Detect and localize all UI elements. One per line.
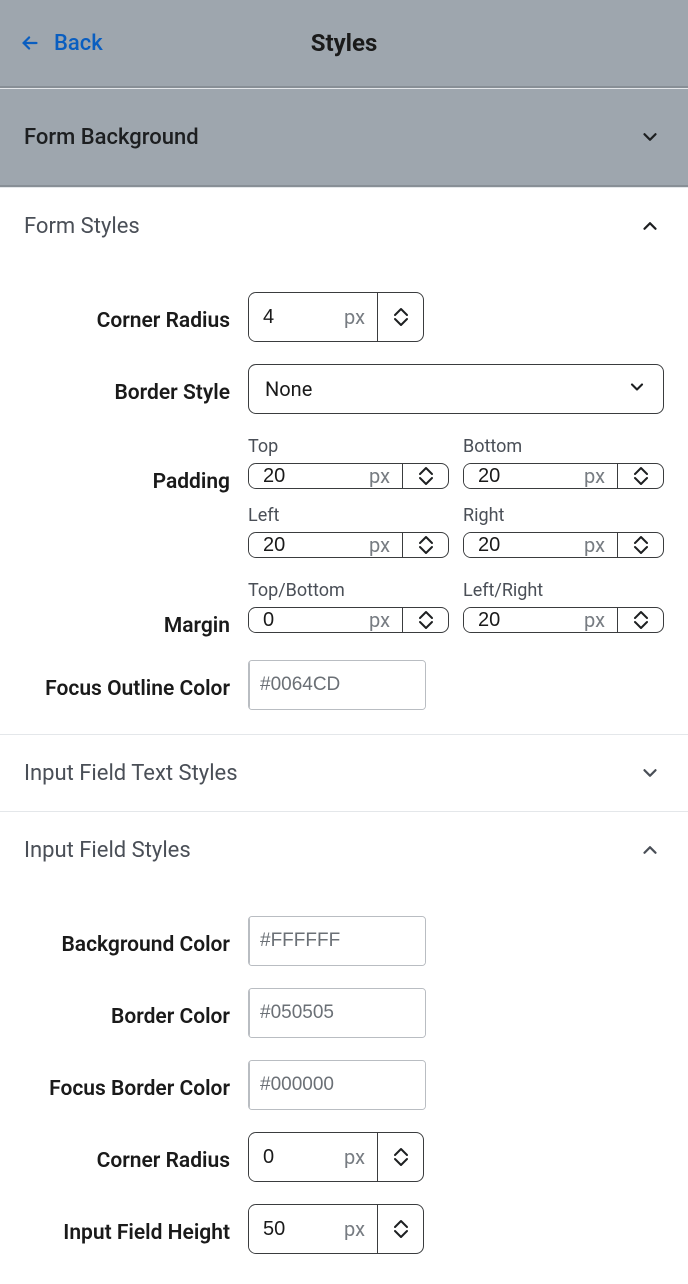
stepper-buttons[interactable] — [377, 1205, 423, 1253]
corner-radius-label: Corner Radius — [24, 301, 248, 333]
padding-left-label: Left — [248, 505, 449, 526]
chevron-down-icon — [636, 123, 664, 151]
padding-bottom-stepper[interactable]: px — [463, 463, 664, 489]
padding-top-unit: px — [369, 464, 402, 488]
padding-right-stepper[interactable]: px — [463, 532, 664, 558]
back-label: Back — [54, 31, 103, 56]
padding-top-label: Top — [248, 436, 449, 457]
padding-right-label: Right — [463, 505, 664, 526]
focus-border-color-picker[interactable] — [248, 1060, 426, 1110]
border-style-value: None — [265, 377, 312, 401]
section-form-styles: Form Styles Corner Radius px Border S — [0, 187, 688, 734]
chevron-down-icon — [627, 377, 647, 402]
stepper-buttons[interactable] — [377, 1133, 423, 1181]
margin-tb-stepper[interactable]: px — [248, 607, 449, 633]
background-color-label: Background Color — [24, 925, 248, 957]
section-title: Input Field Styles — [24, 838, 191, 863]
if-corner-radius-input[interactable] — [249, 1133, 344, 1181]
if-corner-radius-label: Corner Radius — [24, 1141, 248, 1173]
border-color-label: Border Color — [24, 997, 248, 1029]
padding-bottom-input[interactable] — [464, 464, 584, 488]
chevron-down-icon — [636, 759, 664, 787]
focus-border-color-hex-input[interactable] — [249, 1061, 426, 1109]
focus-outline-color-label: Focus Outline Color — [24, 669, 248, 701]
padding-left-unit: px — [369, 533, 402, 557]
padding-right-unit: px — [584, 533, 617, 557]
section-header-form-styles[interactable]: Form Styles — [0, 188, 688, 264]
input-field-height-stepper[interactable]: px — [248, 1204, 424, 1254]
section-title: Form Background — [24, 125, 199, 150]
margin-tb-input[interactable] — [249, 608, 369, 632]
padding-label: Padding — [24, 436, 248, 494]
focus-outline-color-picker[interactable] — [248, 660, 426, 710]
if-corner-radius-stepper[interactable]: px — [248, 1132, 424, 1182]
page-title: Styles — [0, 29, 688, 57]
focus-border-color-label: Focus Border Color — [24, 1069, 248, 1101]
border-color-picker[interactable] — [248, 988, 426, 1038]
margin-lr-stepper[interactable]: px — [463, 607, 664, 633]
margin-label: Margin — [24, 580, 248, 638]
input-field-height-input[interactable] — [249, 1205, 344, 1253]
padding-left-stepper[interactable]: px — [248, 532, 449, 558]
stepper-buttons[interactable] — [617, 608, 663, 632]
stepper-buttons[interactable] — [402, 608, 448, 632]
padding-top-stepper[interactable]: px — [248, 463, 449, 489]
app-header: Back Styles — [0, 0, 688, 88]
padding-bottom-unit: px — [584, 464, 617, 488]
section-title: Input Field Text Styles — [24, 761, 238, 786]
margin-lr-input[interactable] — [464, 608, 584, 632]
input-field-height-label: Input Field Height — [24, 1213, 248, 1245]
back-button[interactable]: Back — [0, 29, 103, 57]
margin-tb-unit: px — [369, 608, 402, 632]
back-arrow-icon — [16, 29, 44, 57]
section-input-field-styles: Input Field Styles Background Color Bord… — [0, 811, 688, 1278]
section-header-input-field-styles[interactable]: Input Field Styles — [0, 812, 688, 888]
section-header-form-background[interactable]: Form Background — [0, 89, 688, 187]
section-header-input-field-text-styles[interactable]: Input Field Text Styles — [0, 735, 688, 811]
section-input-field-text-styles: Input Field Text Styles — [0, 734, 688, 811]
corner-radius-input[interactable] — [249, 293, 344, 341]
border-style-select[interactable]: None — [248, 364, 664, 414]
if-corner-radius-unit: px — [344, 1133, 377, 1181]
margin-lr-unit: px — [584, 608, 617, 632]
margin-tb-label: Top/Bottom — [248, 580, 449, 601]
chevron-up-icon — [636, 836, 664, 864]
padding-right-input[interactable] — [464, 533, 584, 557]
background-color-hex-input[interactable] — [249, 917, 426, 965]
stepper-buttons[interactable] — [377, 293, 423, 341]
border-color-hex-input[interactable] — [249, 989, 426, 1037]
margin-lr-label: Left/Right — [463, 580, 664, 601]
focus-outline-color-hex-input[interactable] — [249, 661, 426, 709]
input-field-height-unit: px — [344, 1205, 377, 1253]
padding-bottom-label: Bottom — [463, 436, 664, 457]
stepper-buttons[interactable] — [617, 533, 663, 557]
stepper-buttons[interactable] — [617, 464, 663, 488]
stepper-buttons[interactable] — [402, 464, 448, 488]
padding-top-input[interactable] — [249, 464, 369, 488]
padding-left-input[interactable] — [249, 533, 369, 557]
background-color-picker[interactable] — [248, 916, 426, 966]
corner-radius-stepper[interactable]: px — [248, 292, 424, 342]
corner-radius-unit: px — [344, 293, 377, 341]
section-title: Form Styles — [24, 214, 140, 239]
chevron-up-icon — [636, 212, 664, 240]
border-style-label: Border Style — [24, 373, 248, 405]
section-form-background: Form Background — [0, 88, 688, 187]
stepper-buttons[interactable] — [402, 533, 448, 557]
